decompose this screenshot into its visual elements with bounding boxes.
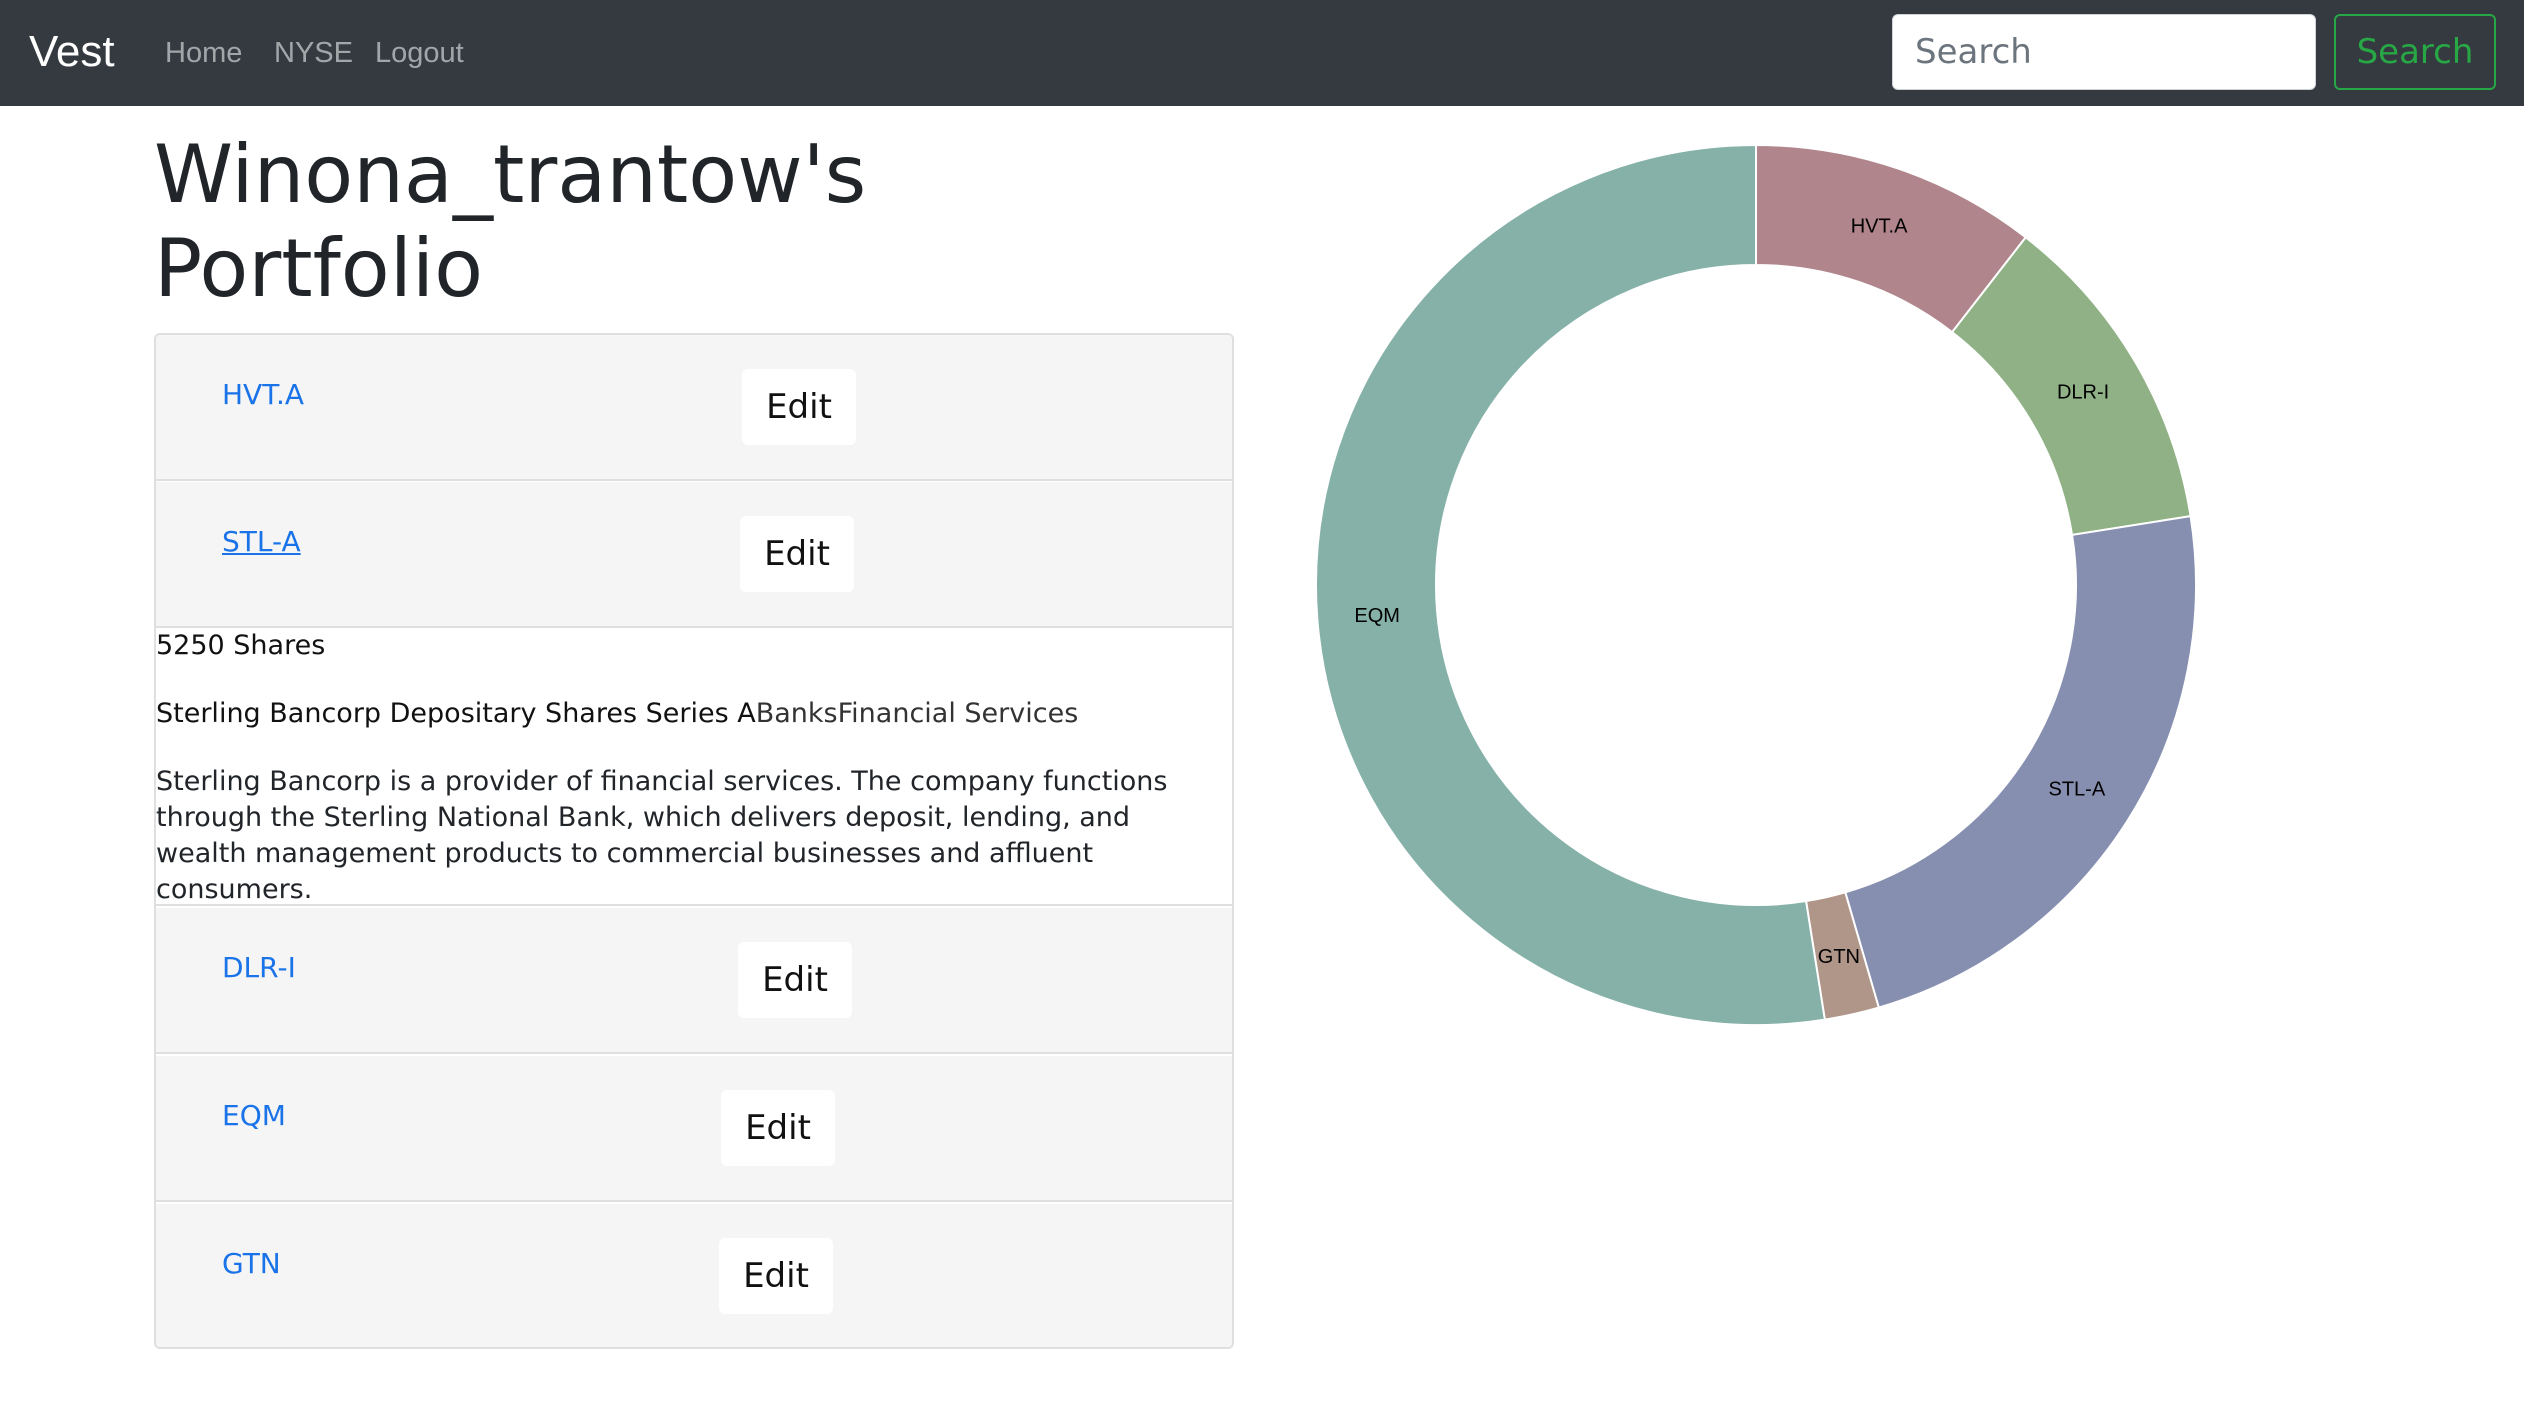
edit-button[interactable]: Edit bbox=[738, 942, 852, 1018]
shares-count: 5250 Shares bbox=[156, 630, 326, 661]
industry-label: Banks bbox=[755, 698, 838, 729]
holding-ticker-link[interactable]: GTN bbox=[222, 1246, 281, 1282]
holding-ticker-link[interactable]: DLR-I bbox=[222, 950, 296, 986]
donut-slice-eqm bbox=[1315, 143, 1826, 1026]
brand-logo[interactable]: Vest bbox=[29, 24, 115, 80]
sector-label: Financial Services bbox=[837, 698, 1079, 729]
holding-item-eqm: EQM Edit bbox=[156, 1056, 1232, 1202]
holding-item-dlri: DLR-I Edit bbox=[156, 908, 1232, 1054]
edit-button[interactable]: Edit bbox=[721, 1090, 835, 1166]
edit-button[interactable]: Edit bbox=[719, 1238, 833, 1314]
nav-nyse-link[interactable]: NYSE bbox=[274, 34, 353, 72]
donut-label: DLR-I bbox=[2057, 382, 2109, 404]
donut-label: EQM bbox=[1354, 605, 1400, 627]
search-input[interactable] bbox=[1892, 14, 2316, 90]
donut-label: HVT.A bbox=[1851, 215, 1908, 237]
holding-ticker-link[interactable]: HVT.A bbox=[222, 377, 304, 413]
holding-item-stla: STL-A Edit bbox=[156, 482, 1232, 628]
portfolio-donut-chart: HVT.A DLR-I STL-A GTN EQM bbox=[1315, 143, 2197, 1026]
holding-item-gtn: GTN Edit bbox=[156, 1204, 1232, 1347]
donut-label: STL-A bbox=[2049, 779, 2106, 801]
navbar: Vest Home NYSE Logout Search bbox=[0, 0, 2524, 106]
donut-slice-stla bbox=[1844, 515, 2197, 1009]
edit-button[interactable]: Edit bbox=[742, 369, 856, 445]
holding-ticker-link[interactable]: EQM bbox=[222, 1098, 286, 1134]
company-name: Sterling Bancorp Depositary Shares Serie… bbox=[156, 698, 756, 729]
holdings-list: HVT.A Edit STL-A Edit 5250 Shares Sterli… bbox=[154, 333, 1234, 1349]
holding-ticker-link[interactable]: STL-A bbox=[222, 524, 301, 560]
holding-details-panel: 5250 Shares Sterling Bancorp Depositary … bbox=[156, 628, 1232, 906]
search-button[interactable]: Search bbox=[2334, 14, 2496, 90]
company-info: Sterling Bancorp Depositary Shares Serie… bbox=[156, 696, 1078, 732]
edit-button[interactable]: Edit bbox=[740, 516, 854, 592]
nav-home-link[interactable]: Home bbox=[165, 34, 242, 72]
holding-item-hvta: HVT.A Edit bbox=[156, 335, 1232, 481]
page-title: Winona_trantow's Portfolio bbox=[154, 128, 867, 315]
nav-logout-link[interactable]: Logout bbox=[375, 34, 464, 72]
company-description: Sterling Bancorp is a provider of financ… bbox=[156, 766, 1168, 905]
donut-label: GTN bbox=[1818, 946, 1860, 968]
